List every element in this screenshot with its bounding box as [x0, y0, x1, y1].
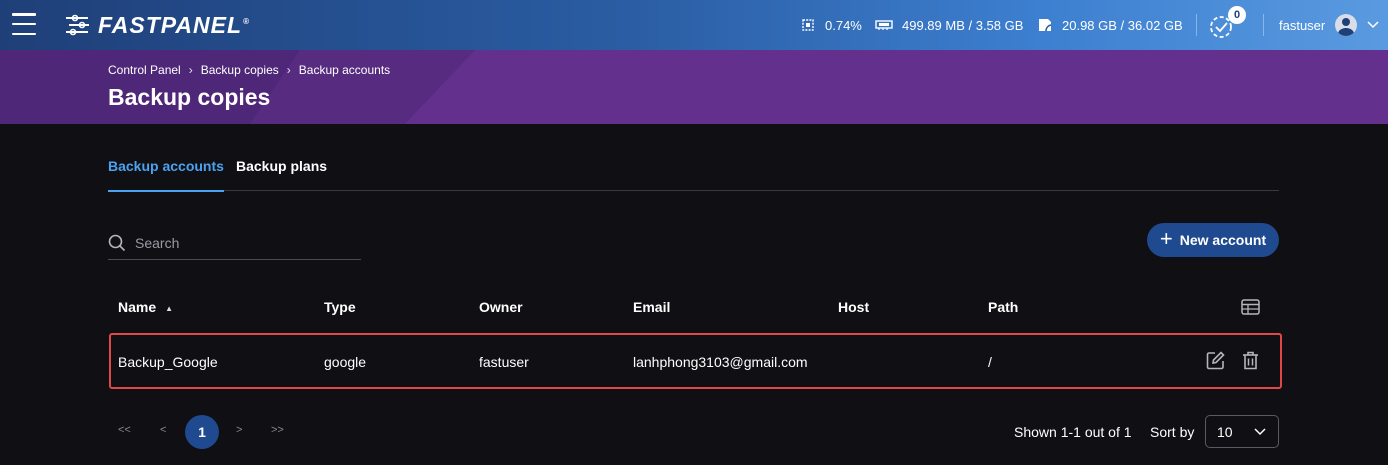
user-menu[interactable]: fastuser: [1279, 0, 1379, 50]
tab-backup-accounts[interactable]: Backup accounts: [108, 158, 224, 192]
page-title: Backup copies: [108, 84, 271, 110]
pagination-current-page[interactable]: 1: [185, 415, 219, 449]
logo-text: FASTPANEL®: [98, 11, 250, 38]
breadcrumb: Control Panel › Backup copies › Backup a…: [108, 63, 390, 77]
sort-asc-icon: ▲: [165, 303, 174, 313]
tabs: Backup accounts Backup plans: [108, 150, 1279, 192]
cell-email: lanhphong3103@gmail.com: [633, 354, 808, 370]
pagination-last[interactable]: >>: [271, 424, 284, 436]
cell-type: google: [324, 354, 367, 370]
column-header-owner[interactable]: Owner: [479, 299, 523, 315]
search-icon: [108, 234, 126, 252]
logo-mark-icon: [66, 14, 89, 36]
pagination-first[interactable]: <<: [118, 424, 131, 436]
pagination-prev[interactable]: <: [160, 424, 166, 436]
breadcrumb-backup-copies[interactable]: Backup copies: [201, 63, 279, 77]
cpu-icon: [802, 19, 814, 31]
tasks-count-badge: 0: [1228, 6, 1246, 24]
breadcrumb-backup-accounts[interactable]: Backup accounts: [299, 63, 390, 77]
chevron-down-icon: [1254, 427, 1266, 435]
ram-icon: [875, 20, 893, 30]
username: fastuser: [1279, 17, 1326, 33]
search-input[interactable]: [135, 235, 335, 251]
column-header-name[interactable]: Name ▲: [118, 299, 173, 315]
top-bar: FASTPANEL® 0.74% 499.89 MB / 3.58 GB 20.…: [0, 0, 1388, 50]
column-header-email[interactable]: Email: [633, 299, 670, 315]
plus-icon: +: [1159, 226, 1173, 251]
trash-icon[interactable]: [1242, 351, 1259, 370]
new-account-label: New account: [1179, 232, 1267, 248]
disk-value: 20.98 GB / 36.02 GB: [1062, 17, 1183, 33]
edit-icon[interactable]: [1206, 351, 1225, 370]
cpu-usage: 0.74%: [800, 0, 862, 50]
column-header-path[interactable]: Path: [988, 299, 1018, 315]
pagination-next[interactable]: >: [236, 424, 242, 436]
table-columns-icon[interactable]: [1241, 299, 1260, 315]
avatar-icon: [1335, 14, 1358, 36]
search-box: [108, 227, 361, 260]
topbar-divider: [1263, 14, 1264, 36]
tab-backup-plans[interactable]: Backup plans: [236, 158, 327, 190]
breadcrumb-separator: ›: [286, 63, 291, 77]
ram-value: 499.89 MB / 3.58 GB: [902, 17, 1024, 33]
column-header-host[interactable]: Host: [838, 299, 869, 315]
fastpanel-logo[interactable]: FASTPANEL®: [66, 11, 250, 39]
sort-by-label: Sort by: [1150, 424, 1195, 440]
cell-name: Backup_Google: [118, 354, 218, 370]
disk-icon: [1039, 19, 1052, 32]
menu-icon[interactable]: [12, 13, 36, 35]
cell-owner: fastuser: [479, 354, 529, 370]
column-header-type[interactable]: Type: [324, 299, 356, 315]
cpu-value: 0.74%: [825, 17, 862, 33]
new-account-button[interactable]: + New account: [1147, 223, 1279, 257]
per-page-value: 10: [1217, 423, 1233, 440]
results-count: Shown 1-1 out of 1: [1014, 424, 1132, 440]
chevron-down-icon: [1367, 21, 1379, 29]
cell-path: /: [988, 354, 992, 370]
breadcrumb-separator: ›: [188, 63, 193, 77]
per-page-select[interactable]: 10: [1205, 415, 1279, 448]
breadcrumb-control-panel[interactable]: Control Panel: [108, 63, 181, 77]
ram-usage: 499.89 MB / 3.58 GB: [875, 0, 1023, 50]
disk-usage: 20.98 GB / 36.02 GB: [1037, 0, 1183, 50]
topbar-divider: [1196, 14, 1197, 36]
